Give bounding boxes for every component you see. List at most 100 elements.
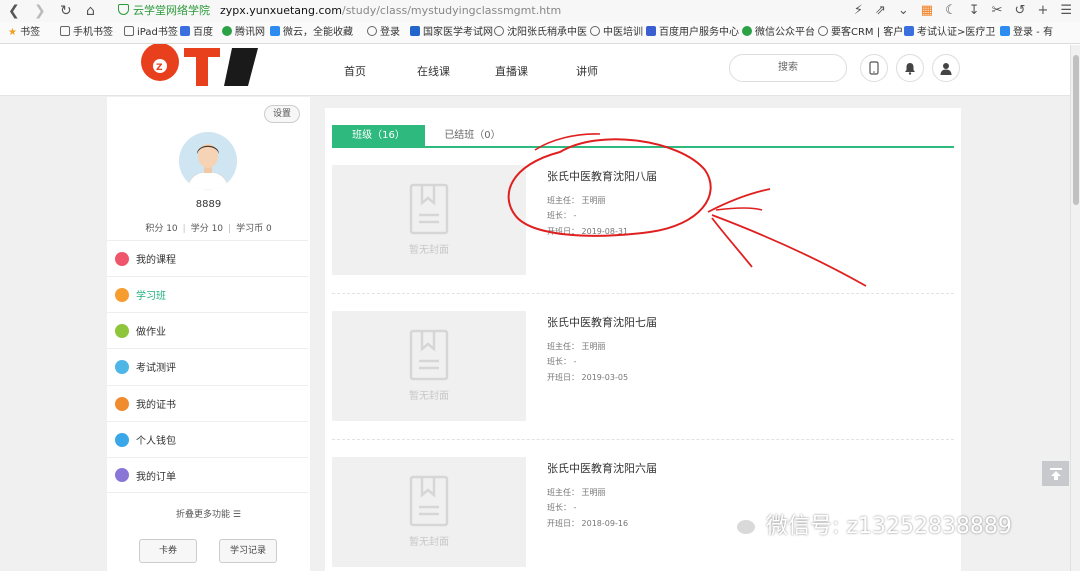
user-button[interactable] bbox=[932, 54, 960, 82]
book-icon bbox=[409, 329, 449, 381]
bookmark-item[interactable]: 百度 bbox=[180, 26, 213, 40]
nav-online-course[interactable]: 在线课 bbox=[417, 63, 450, 79]
bookmark-item[interactable]: 百度用户服务中心 bbox=[646, 26, 739, 40]
bookmark-item[interactable]: 要客CRM | 客户 bbox=[818, 26, 903, 40]
sidebar-item-label: 个人钱包 bbox=[136, 436, 176, 447]
bookmark-item[interactable]: 登录 bbox=[367, 26, 400, 40]
reload-icon[interactable]: ↻ bbox=[60, 2, 72, 20]
credits-stat: 学分 10 bbox=[190, 224, 224, 234]
sidebar-item-wallet[interactable]: 个人钱包 bbox=[107, 421, 308, 457]
sidebar-item-study-class[interactable]: 学习班 bbox=[107, 276, 308, 312]
bookmark-item[interactable]: 腾讯网 bbox=[222, 26, 265, 40]
card-divider bbox=[332, 439, 954, 440]
bookmarks-bar: ★ 书签 手机书签 iPad书签 百度 腾讯网 微云，全能收藏 登录 国家医学考… bbox=[0, 22, 1080, 44]
sidebar-item-my-courses[interactable]: 我的课程 bbox=[107, 240, 308, 276]
bookmark-item[interactable]: 国家医学考试网 bbox=[410, 26, 493, 40]
sidebar-item-certificates[interactable]: 我的证书 bbox=[107, 385, 308, 421]
class-card[interactable]: 暂无封面 张氏中医教育沈阳七届 班主任： 王明丽 班长： - 开班日： 2019… bbox=[332, 311, 954, 421]
forward-icon[interactable]: ❯ bbox=[34, 2, 46, 20]
exam-icon bbox=[115, 359, 129, 374]
baidu-icon bbox=[180, 26, 190, 36]
address-bar[interactable]: 云学堂网络学院 zypx.yunxuetang.com/study/class/m… bbox=[118, 3, 561, 19]
login-icon bbox=[1000, 26, 1010, 36]
paw-icon bbox=[646, 26, 656, 36]
moon-icon[interactable]: ☾ bbox=[945, 2, 957, 20]
wechat-icon bbox=[742, 26, 752, 36]
scrollbar-thumb[interactable] bbox=[1073, 55, 1079, 205]
order-icon bbox=[115, 468, 129, 482]
study-record-button[interactable]: 学习记录 bbox=[219, 539, 277, 563]
bookmark-item[interactable]: 手机书签 bbox=[60, 26, 113, 40]
class-teacher: 班主任： 王明丽 bbox=[547, 488, 606, 497]
bookmark-item[interactable]: 微信公众平台 bbox=[742, 26, 815, 40]
class-cover[interactable]: 暂无封面 bbox=[332, 457, 526, 567]
lightning-icon[interactable]: ⚡ bbox=[854, 2, 863, 20]
logo[interactable]: Z bbox=[140, 44, 260, 86]
class-cover[interactable]: 暂无封面 bbox=[332, 311, 526, 421]
sidebar: 设置 8889 积分 10 | 学分 10 | 学习币 0 我的课程 学习班 做作业 考… bbox=[107, 97, 310, 571]
cover-placeholder-text: 暂无封面 bbox=[409, 391, 449, 402]
search-input[interactable]: 搜索 bbox=[729, 54, 847, 82]
class-title[interactable]: 张氏中医教育沈阳八届 bbox=[547, 168, 657, 184]
class-cover[interactable]: 暂无封面 bbox=[332, 165, 526, 275]
card-divider bbox=[332, 293, 954, 294]
bookmark-item[interactable]: 微云，全能收藏 bbox=[270, 26, 353, 40]
coupon-button[interactable]: 卡券 bbox=[139, 539, 197, 563]
game-icon[interactable]: ▦ bbox=[921, 2, 933, 20]
tab-classes[interactable]: 班级（16） bbox=[332, 125, 425, 146]
user-icon bbox=[940, 62, 952, 75]
sidebar-item-exam[interactable]: 考试测评 bbox=[107, 348, 308, 384]
shield-icon bbox=[118, 4, 129, 15]
download-icon[interactable]: ↧ bbox=[969, 2, 980, 20]
course-icon bbox=[115, 251, 129, 266]
wallet-icon bbox=[115, 432, 129, 447]
mobile-button[interactable] bbox=[860, 54, 888, 82]
bookmark-item[interactable]: 中医培训 bbox=[590, 26, 643, 40]
tablet-icon bbox=[124, 26, 134, 36]
notification-button[interactable] bbox=[896, 54, 924, 82]
class-card[interactable]: 暂无封面 张氏中医教育沈阳八届 班主任： 王明丽 班长： - 开班日： 2019… bbox=[332, 165, 954, 275]
class-title[interactable]: 张氏中医教育沈阳七届 bbox=[547, 314, 657, 330]
scissors-icon[interactable]: ✂ bbox=[992, 2, 1003, 20]
bookmark-item[interactable]: 考试认证>医疗卫 bbox=[904, 26, 995, 40]
url-domain: zypx.yunxuetang.com bbox=[220, 4, 342, 17]
exam-icon bbox=[410, 26, 420, 36]
new-tab-icon[interactable]: + bbox=[1037, 2, 1048, 20]
class-title[interactable]: 张氏中医教育沈阳六届 bbox=[547, 460, 657, 476]
mobile-icon bbox=[869, 61, 879, 75]
back-to-top-button[interactable] bbox=[1042, 461, 1069, 486]
class-icon bbox=[115, 287, 129, 302]
points-stat: 积分 10 bbox=[145, 224, 178, 234]
sidebar-item-label: 考试测评 bbox=[136, 363, 176, 374]
chevron-down-icon[interactable]: ⌄ bbox=[898, 2, 909, 20]
nav-live-course[interactable]: 直播课 bbox=[495, 63, 528, 79]
cover-placeholder-text: 暂无封面 bbox=[409, 537, 449, 548]
home-icon[interactable]: ⌂ bbox=[86, 2, 95, 20]
globe-icon bbox=[494, 26, 504, 36]
bookmark-item[interactable]: iPad书签 bbox=[124, 26, 178, 40]
svg-text:Z: Z bbox=[156, 63, 163, 73]
sidebar-item-homework[interactable]: 做作业 bbox=[107, 312, 308, 348]
book-icon bbox=[409, 475, 449, 527]
back-icon[interactable]: ❮ bbox=[8, 2, 20, 20]
bookmark-item[interactable]: 沈阳张氏稍承中医 bbox=[494, 26, 587, 40]
collapse-more-toggle[interactable]: 折叠更多功能 ☰ bbox=[107, 507, 310, 520]
globe-icon bbox=[367, 26, 377, 36]
arrow-up-icon bbox=[1049, 467, 1062, 480]
bell-icon bbox=[905, 62, 915, 75]
bookmark-item[interactable]: ★ 书签 bbox=[8, 26, 40, 40]
page-scrollbar[interactable] bbox=[1070, 45, 1080, 571]
share-icon[interactable]: ⇗ bbox=[875, 2, 886, 20]
settings-button[interactable]: 设置 bbox=[264, 105, 300, 123]
site-header: Z 首页 在线课 直播课 讲师 搜索 bbox=[0, 44, 1080, 96]
sidebar-item-orders[interactable]: 我的订单 bbox=[107, 457, 308, 493]
sidebar-item-label: 我的证书 bbox=[136, 400, 176, 411]
nav-lecturer[interactable]: 讲师 bbox=[576, 63, 598, 79]
class-start-date: 开班日： 2019-03-05 bbox=[547, 373, 629, 382]
avatar[interactable] bbox=[179, 132, 237, 190]
menu-icon[interactable]: ☰ bbox=[1060, 2, 1072, 20]
nav-home[interactable]: 首页 bbox=[344, 63, 366, 79]
bookmark-item[interactable]: 登录 - 有 bbox=[1000, 26, 1053, 40]
tab-closed-classes[interactable]: 已结班（0） bbox=[425, 125, 520, 146]
undo-icon[interactable]: ↺ bbox=[1015, 2, 1026, 20]
